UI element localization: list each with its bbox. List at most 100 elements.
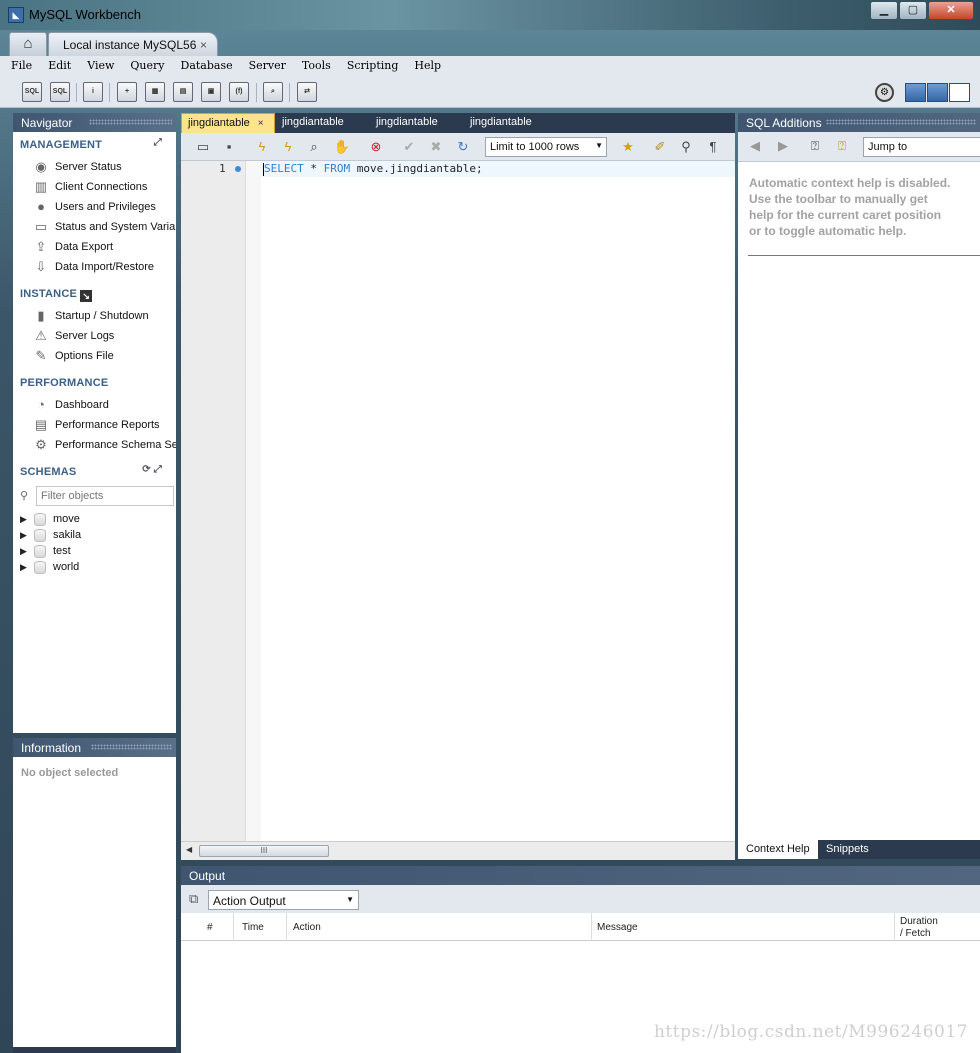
nav-data-import[interactable]: ⇩ Data Import/Restore (13, 255, 176, 275)
commit-icon[interactable]: ✔ (400, 138, 418, 156)
nav-dashboard[interactable]: ◔ Dashboard (13, 393, 176, 413)
toggle-sidebar-icon[interactable] (905, 83, 926, 102)
auto-help-icon[interactable]: ⍰ (833, 137, 851, 155)
create-view-icon[interactable]: ▤ (173, 82, 193, 102)
scroll-thumb[interactable]: III (199, 845, 329, 857)
expand-arrow-icon[interactable]: ▶ (20, 530, 34, 541)
close-tab-icon[interactable]: × (258, 118, 264, 129)
create-table-icon[interactable]: ▦ (145, 82, 165, 102)
forward-icon[interactable]: ▶ (774, 137, 792, 155)
execute-current-icon[interactable]: ϟ (279, 138, 297, 156)
dolphin-icon: ◣ (8, 7, 24, 23)
tab-local-instance[interactable]: Local instance MySQL56 × (48, 32, 218, 56)
inspector-icon[interactable]: i (83, 82, 103, 102)
col-duration[interactable]: Duration (900, 916, 938, 927)
horizontal-scrollbar[interactable]: ◀ III (181, 841, 735, 860)
nav-startup-shutdown[interactable]: ▮ Startup / Shutdown (13, 304, 176, 324)
information-panel: Information No object selected (13, 738, 176, 1053)
query-tab-2[interactable]: jingdiantable (276, 113, 344, 133)
scroll-left-icon[interactable]: ◀ (186, 845, 192, 854)
code-area[interactable]: 1 SELECT * FROM move.jingdiantable; (181, 161, 735, 841)
autocommit-icon[interactable]: ↻ (454, 138, 472, 156)
menu-database[interactable]: Database (170, 56, 238, 72)
schema-move[interactable]: ▶ move (13, 511, 176, 527)
output-type-select[interactable]: Action Output ▼ (208, 890, 359, 910)
nav-server-status[interactable]: ◉ Server Status (13, 155, 176, 175)
settings-icon[interactable]: ⚙ (875, 83, 894, 102)
col-time[interactable]: Time (242, 922, 264, 933)
tab-context-help[interactable]: Context Help (738, 840, 818, 859)
expand-icon[interactable]: ⤢ (154, 137, 162, 148)
schema-world[interactable]: ▶ world (13, 559, 176, 575)
create-procedure-icon[interactable]: ▣ (201, 82, 221, 102)
sql-additions-header: SQL Additions (738, 113, 980, 132)
toggle-error-icon[interactable]: ⊗ (367, 138, 385, 156)
refresh-schemas-icon[interactable]: ⟳ ⤢ (142, 464, 162, 475)
nav-data-export[interactable]: ⇪ Data Export (13, 235, 176, 255)
menu-help[interactable]: Help (403, 56, 446, 72)
col-action[interactable]: Action (293, 922, 321, 933)
nav-options-file[interactable]: ✎ Options File (13, 344, 176, 364)
create-function-icon[interactable]: (f) (229, 82, 249, 102)
schema-sakila[interactable]: ▶ sakila (13, 527, 176, 543)
query-tab-3[interactable]: jingdiantable (370, 113, 438, 133)
tab-snippets[interactable]: Snippets (818, 840, 877, 859)
copy-icon[interactable]: ⧉ (189, 891, 198, 907)
nav-status-variables[interactable]: ▭Status and System Variables (13, 215, 176, 235)
rollback-icon[interactable]: ✖ (427, 138, 445, 156)
warning-icon: ⚠ (35, 327, 47, 343)
beautify-icon[interactable]: ✐ (651, 138, 669, 156)
execute-icon[interactable]: ϟ (253, 138, 271, 156)
limit-rows-select[interactable]: Limit to 1000 rows ▼ (485, 137, 607, 157)
stop-icon[interactable]: ✋ (333, 138, 351, 156)
menu-file[interactable]: File (0, 56, 37, 72)
open-sql-script-icon[interactable]: SQL (50, 82, 70, 102)
menu-server[interactable]: Server (238, 56, 291, 72)
menu-edit[interactable]: Edit (37, 56, 76, 72)
schema-test[interactable]: ▶ test (13, 543, 176, 559)
menu-tools[interactable]: Tools (291, 56, 336, 72)
toggle-output-icon[interactable] (927, 83, 948, 102)
expand-arrow-icon[interactable]: ▶ (20, 546, 34, 557)
nav-performance-reports[interactable]: ▤ Performance Reports (13, 413, 176, 433)
save-icon[interactable]: ▪ (220, 138, 238, 156)
home-icon[interactable]: ⌂ (9, 32, 47, 56)
expand-arrow-icon[interactable]: ▶ (20, 562, 34, 573)
open-folder-icon[interactable]: ▭ (194, 138, 212, 156)
nav-client-connections[interactable]: ▥ Client Connections (13, 175, 176, 195)
manual-help-icon[interactable]: ⍰ (806, 137, 824, 155)
query-tab-4[interactable]: jingdiantable (464, 113, 532, 133)
toggle-secondary-sidebar-icon[interactable] (949, 83, 970, 102)
jump-to-select[interactable]: Jump to (863, 137, 980, 157)
app-tab-bar: ⌂ Local instance MySQL56 × (0, 30, 980, 56)
find-icon[interactable]: ⚲ (677, 138, 695, 156)
power-icon: ▮ (37, 307, 45, 323)
col-number[interactable]: # (207, 922, 213, 933)
col-fetch: / Fetch (900, 928, 931, 939)
menu-query[interactable]: Query (119, 56, 169, 72)
minimize-button[interactable]: ▁ (870, 1, 898, 20)
nav-performance-schema-setup[interactable]: ⚙Performance Schema Setup (13, 433, 176, 453)
statement-marker-icon (235, 166, 241, 172)
navigator-panel: Navigator MANAGEMENT ⤢ ◉ Server Status ▥ Cl… (13, 113, 176, 733)
add-snippet-icon[interactable]: ★ (619, 138, 637, 156)
new-sql-tab-icon[interactable]: SQL (22, 82, 42, 102)
explain-icon[interactable]: ⌕ (305, 138, 323, 156)
query-tab-active[interactable]: jingdiantable × (181, 113, 275, 133)
search-table-data-icon[interactable]: ⌕ (263, 82, 283, 102)
menu-scripting[interactable]: Scripting (336, 56, 404, 72)
create-schema-icon[interactable]: + (117, 82, 137, 102)
sql-statement[interactable]: SELECT * FROM move.jingdiantable; (263, 162, 483, 176)
close-tab-icon[interactable]: × (200, 38, 207, 52)
nav-server-logs[interactable]: ⚠ Server Logs (13, 324, 176, 344)
col-message[interactable]: Message (597, 922, 638, 933)
nav-users-privileges[interactable]: ● Users and Privileges (13, 195, 176, 215)
filter-objects-input[interactable] (36, 486, 174, 506)
close-button[interactable]: ✕ (928, 1, 974, 20)
reconnect-icon[interactable]: ⇄ (297, 82, 317, 102)
maximize-button[interactable]: ▢ (899, 1, 927, 20)
expand-arrow-icon[interactable]: ▶ (20, 514, 34, 525)
back-icon[interactable]: ◀ (746, 137, 764, 155)
menu-view[interactable]: View (76, 56, 119, 72)
invisible-chars-icon[interactable]: ¶ (704, 138, 722, 156)
